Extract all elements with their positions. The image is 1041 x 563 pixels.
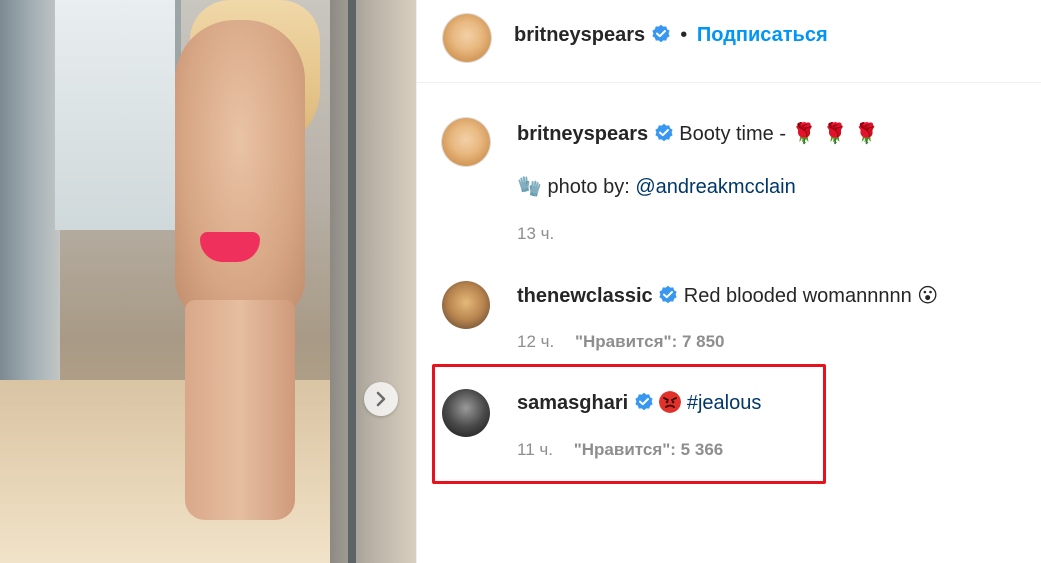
comment-time[interactable]: 13 ч. bbox=[517, 224, 554, 243]
highlight-annotation-box bbox=[432, 364, 826, 484]
mirror-edge bbox=[348, 0, 356, 563]
chevron-right-icon bbox=[376, 391, 386, 407]
verified-badge-icon bbox=[659, 285, 677, 304]
avatar[interactable] bbox=[442, 281, 490, 329]
caption-credit-line: 🧤 photo by: @andreakmcclain bbox=[517, 174, 796, 199]
photo-window bbox=[55, 0, 181, 230]
photo-figure bbox=[175, 20, 305, 320]
follow-button[interactable]: Подписаться bbox=[697, 24, 828, 46]
post-header: britneyspears • Подписаться bbox=[417, 0, 1041, 83]
panel-divider bbox=[416, 0, 417, 563]
comment-text: Booty time - bbox=[679, 123, 786, 145]
comment-time[interactable]: 12 ч. bbox=[517, 332, 554, 351]
separator-dot: • bbox=[680, 24, 688, 46]
surprised-emoji-icon: 😮 bbox=[917, 283, 939, 307]
comment-text: Red blooded womannnnn bbox=[683, 285, 912, 307]
comment-line: thenewclassic Red blooded womannnnn 😮 bbox=[517, 283, 938, 308]
avatar[interactable] bbox=[442, 118, 490, 166]
photo-garment bbox=[200, 232, 260, 262]
likes-count[interactable]: "Нравится": 7 850 bbox=[575, 332, 725, 351]
caption-line: britneyspears Booty time - 🌹 🌹 🌹 bbox=[517, 121, 879, 146]
next-photo-button[interactable] bbox=[364, 382, 398, 416]
photo-legs bbox=[185, 300, 295, 520]
header-line: britneyspears • Подписаться bbox=[514, 24, 828, 47]
header-username[interactable]: britneyspears bbox=[514, 24, 645, 46]
rose-emoji-icon: 🌹 🌹 🌹 bbox=[791, 121, 879, 145]
verified-badge-icon bbox=[652, 24, 670, 43]
comment-meta: 12 ч. "Нравится": 7 850 bbox=[517, 332, 725, 352]
verified-badge-icon bbox=[655, 123, 673, 142]
avatar[interactable] bbox=[443, 14, 491, 62]
glove-emoji-icon: 🧤 bbox=[517, 174, 542, 198]
mention-link[interactable]: @andreakmcclain bbox=[635, 176, 795, 198]
comment-username[interactable]: britneyspears bbox=[517, 123, 648, 145]
comment-meta: 13 ч. bbox=[517, 224, 554, 244]
comment-username[interactable]: thenewclassic bbox=[517, 285, 653, 307]
post-photo bbox=[0, 0, 416, 563]
photo-mirror bbox=[330, 0, 416, 563]
credit-text: photo by: bbox=[547, 176, 630, 198]
